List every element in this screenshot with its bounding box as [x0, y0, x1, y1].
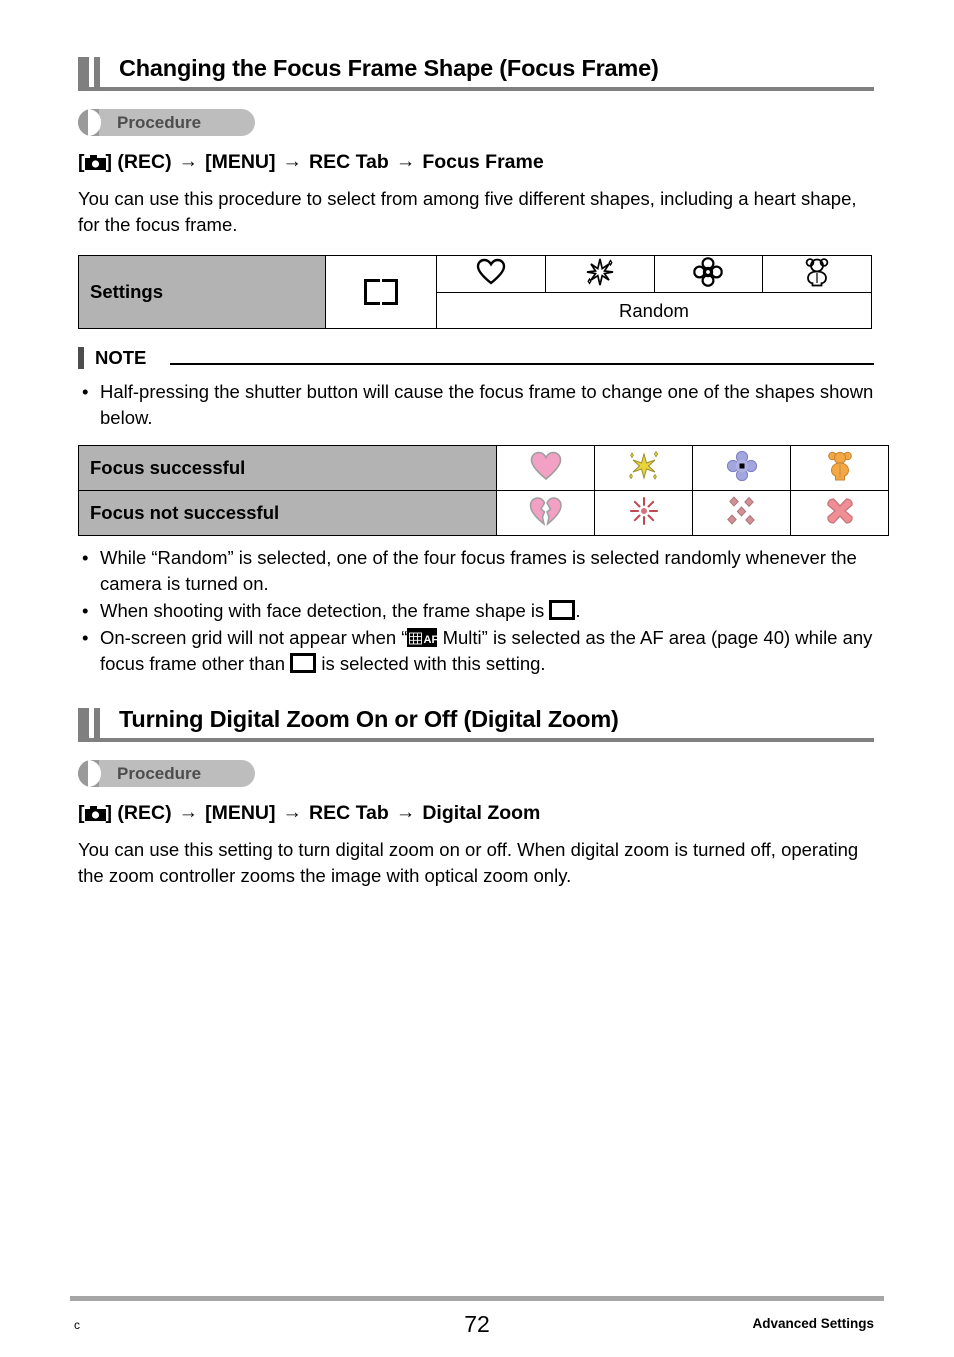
note-bar-icon — [78, 347, 84, 369]
settings-table: Settings Random — [78, 255, 872, 329]
focus-frame-bullet-list: While “Random” is selected, one of the f… — [78, 545, 874, 677]
path-arrow-3: → — [395, 150, 416, 172]
section-title: Turning Digital Zoom On or Off (Digital … — [119, 706, 619, 732]
note-rule — [170, 363, 874, 365]
settings-shape-cell-flower — [653, 255, 764, 293]
settings-frame-cell — [325, 255, 437, 329]
focus-success-cell-heart — [496, 445, 595, 491]
heart-outline-icon — [476, 258, 506, 285]
bullet-text-2a: When shooting with face detection, the f… — [100, 600, 550, 621]
camera-icon — [84, 152, 106, 170]
path-close-bracket: ] — [105, 151, 113, 173]
path-tab-label: REC Tab — [309, 802, 389, 824]
focus-fail-cell-x — [790, 490, 889, 536]
bullet-text-1: While “Random” is selected, one of the f… — [100, 547, 857, 594]
path-arrow-2: → — [282, 801, 303, 823]
focus-success-cell-flower — [692, 445, 791, 491]
page-content: Changing the Focus Frame Shape (Focus Fr… — [78, 52, 889, 889]
settings-shape-cell-heart — [436, 255, 546, 293]
procedure-label: Procedure — [117, 113, 202, 132]
heading-bars-icon — [78, 57, 112, 91]
focus-frame-bracket-icon — [549, 600, 576, 620]
focus-not-successful-label: Focus not successful — [78, 490, 497, 536]
bear-outline-icon — [805, 257, 829, 286]
heading-bar-thin — [94, 708, 100, 742]
settings-shape-cell-sparkle — [544, 255, 655, 293]
heading-bar-thick — [78, 708, 89, 742]
settings-label-cell: Settings — [78, 255, 326, 329]
path-rec-label: (REC) — [117, 802, 172, 824]
focus-fail-cell-broken-heart — [496, 490, 595, 536]
table-row: Focus not successful — [78, 490, 889, 536]
procedure-label: Procedure — [117, 764, 202, 783]
procedure-path-1: [ ] (REC) → [MENU] → REC Tab → Focus Frame — [78, 150, 874, 174]
footer-section-label: Advanced Settings — [752, 1316, 874, 1331]
bullet-text-3a: On-screen grid will not appear when “ — [100, 627, 408, 648]
intro-paragraph-1: You can use this procedure to select fro… — [78, 188, 857, 235]
footer-divider — [70, 1296, 884, 1301]
x-mark-icon — [826, 497, 853, 524]
list-item: When shooting with face detection, the f… — [78, 598, 874, 624]
scattered-diamonds-icon — [726, 495, 755, 525]
path-setting-label: Focus Frame — [422, 151, 544, 173]
section-heading-focus-frame: Changing the Focus Frame Shape (Focus Fr… — [78, 52, 874, 91]
path-arrow-3: → — [395, 801, 416, 823]
focus-success-cell-sparkle — [594, 445, 693, 491]
settings-random-cell: Random — [436, 292, 872, 329]
heading-bar-thin — [94, 57, 100, 91]
note-label: NOTE — [95, 347, 147, 368]
sparkle-yellow-icon — [628, 450, 658, 480]
heading-rule — [78, 738, 874, 742]
settings-shape-cell-bear — [762, 255, 872, 293]
sparkle-outline-icon — [586, 258, 613, 285]
focus-successful-label: Focus successful — [78, 445, 497, 491]
section-heading-digital-zoom: Turning Digital Zoom On or Off (Digital … — [78, 703, 874, 742]
focus-fail-cell-burst — [594, 490, 693, 536]
focus-success-cell-bear — [790, 445, 889, 491]
procedure-badge-1: Procedure — [78, 109, 255, 136]
heading-bars-icon — [78, 708, 112, 742]
path-setting-label: Digital Zoom — [422, 802, 541, 824]
section-title: Changing the Focus Frame Shape (Focus Fr… — [119, 55, 659, 81]
note-header: NOTE — [78, 346, 874, 370]
path-arrow-2: → — [282, 150, 303, 172]
path-menu-label: [MENU] — [205, 802, 276, 824]
manual-page: Changing the Focus Frame Shape (Focus Fr… — [0, 0, 954, 1357]
heading-rule — [78, 87, 874, 91]
list-item: While “Random” is selected, one of the f… — [78, 545, 874, 597]
procedure-path-2: [ ] (REC) → [MENU] → REC Tab → Digital Zoom — [78, 801, 874, 825]
bullet-text-2b: . — [575, 600, 581, 621]
table-row: Focus successful — [78, 445, 889, 491]
broken-heart-icon — [529, 496, 562, 526]
bullet-text-3c: is selected with this setting. — [316, 653, 546, 674]
heart-pink-icon — [530, 451, 561, 480]
focus-result-table: Focus successful Focus not successful — [78, 445, 889, 536]
flower-purple-icon — [726, 450, 757, 481]
bear-orange-icon — [827, 451, 852, 480]
path-arrow-1: → — [178, 801, 199, 823]
list-item: On-screen grid will not appear when “ AF… — [78, 625, 874, 677]
procedure-badge-2: Procedure — [78, 760, 255, 787]
intro-paragraph-2: You can use this setting to turn digital… — [78, 839, 859, 886]
note-bullet-list: Half-pressing the shutter button will ca… — [78, 379, 874, 431]
path-rec-label: (REC) — [117, 151, 172, 173]
heading-bar-thick — [78, 57, 89, 91]
path-tab-label: REC Tab — [309, 151, 389, 173]
page-footer: c 72 Advanced Settings — [70, 1308, 884, 1342]
flower-outline-icon — [693, 256, 724, 287]
settings-table-row: Settings — [78, 255, 872, 329]
multi-af-icon: AF — [407, 628, 439, 647]
path-close-bracket: ] — [105, 802, 113, 824]
focus-frame-bracket-icon — [364, 279, 398, 305]
note-bullet-item: Half-pressing the shutter button will ca… — [78, 379, 874, 431]
focus-frame-bracket-icon — [290, 653, 317, 673]
path-arrow-1: → — [178, 150, 199, 172]
camera-icon — [84, 803, 106, 821]
path-menu-label: [MENU] — [205, 151, 276, 173]
svg-text:AF: AF — [424, 634, 438, 646]
focus-fail-cell-diamonds — [692, 490, 791, 536]
burst-red-icon — [629, 496, 658, 525]
